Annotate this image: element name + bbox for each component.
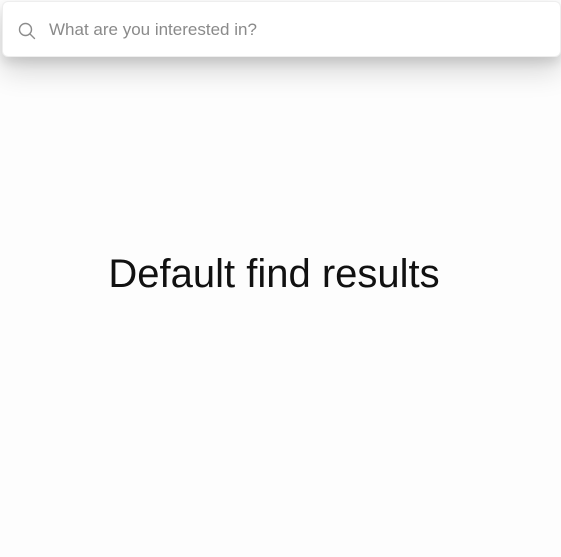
search-bar[interactable] <box>2 1 561 57</box>
search-icon <box>17 21 37 41</box>
search-input[interactable] <box>49 16 549 44</box>
results-heading: Default find results <box>108 252 440 296</box>
